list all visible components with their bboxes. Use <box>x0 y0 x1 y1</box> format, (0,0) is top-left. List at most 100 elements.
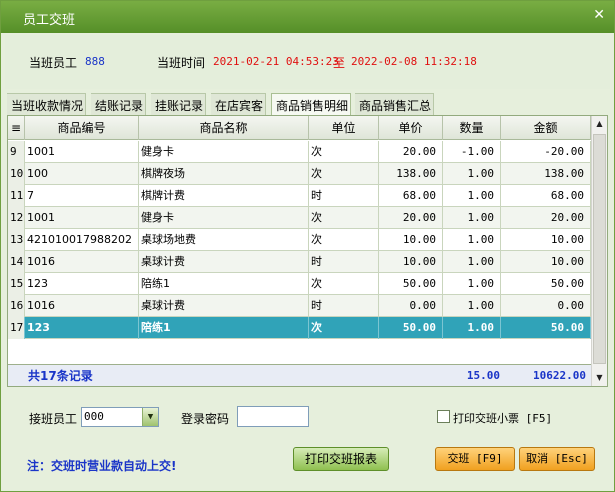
time-end: 2022-02-08 11:32:18 <box>351 55 477 68</box>
amount-cell: 10.00 <box>501 251 591 273</box>
quantity-cell: 1.00 <box>443 163 501 185</box>
price-cell: 138.00 <box>379 163 443 185</box>
cancel-button[interactable]: 取消 [Esc] <box>519 447 595 471</box>
tab-checkout-records[interactable]: 结账记录 <box>91 93 147 115</box>
vertical-scrollbar[interactable]: ▲ ▼ <box>591 116 607 386</box>
next-staff-label: 接班员工 <box>29 412 78 426</box>
quantity-cell: 1.00 <box>443 273 501 295</box>
amount-cell: 50.00 <box>501 317 591 339</box>
print-report-button[interactable]: 打印交班报表 <box>293 447 389 471</box>
window-title: 员工交班 <box>23 13 76 28</box>
amount-cell: 0.00 <box>501 295 591 317</box>
header-name[interactable]: 商品名称 <box>139 116 309 140</box>
product-code-cell: 123 <box>25 273 139 295</box>
amount-cell: 50.00 <box>501 273 591 295</box>
table-row[interactable]: 13 421010017988202 桌球场地费次 10.00 1.00 10.00 <box>8 229 591 251</box>
price-cell: 50.00 <box>379 273 443 295</box>
quantity-cell: 1.00 <box>443 185 501 207</box>
table-row[interactable]: 10 100 棋牌夜场次 138.00 1.00 138.00 <box>8 163 591 185</box>
time-separator: 至 <box>333 56 346 70</box>
print-ticket-checkbox[interactable] <box>437 410 450 423</box>
price-cell: 10.00 <box>379 229 443 251</box>
product-code-cell: 1001 <box>25 141 139 163</box>
unit-cell: 次 <box>309 273 379 295</box>
row-index-cell: 12 <box>8 207 25 229</box>
header-price[interactable]: 单价 <box>379 116 443 140</box>
table-row[interactable]: 12 1001 健身卡次 20.00 1.00 20.00 <box>8 207 591 229</box>
product-name-cell: 健身卡 <box>139 141 309 163</box>
table-row[interactable]: 17 123 陪练1 次 50.00 1.00 50.00 <box>8 317 591 339</box>
product-name-cell: 桌球场地费 <box>139 229 309 251</box>
table-header: ≡ 商品编号 商品名称 单位 单价 数量 金额 <box>8 116 591 140</box>
table-row[interactable]: 14 1016 桌球计费时 10.00 1.00 10.00 <box>8 251 591 273</box>
chevron-down-icon[interactable]: ▼ <box>142 408 158 426</box>
staff-value: 888 <box>85 55 105 68</box>
row-index-cell: 16 <box>8 295 25 317</box>
password-label: 登录密码 <box>181 412 230 426</box>
price-cell: 0.00 <box>379 295 443 317</box>
scroll-up-icon[interactable]: ▲ <box>592 116 607 132</box>
unit-cell: 次 <box>309 207 379 229</box>
next-staff-value: 000 <box>84 410 104 423</box>
unit-cell: 次 <box>309 229 379 251</box>
amount-cell: -20.00 <box>501 141 591 163</box>
table-footer: 共17条记录 15.00 10622.00 <box>8 364 591 386</box>
time-label: 当班时间 <box>157 56 206 70</box>
tab-shift-payments[interactable]: 当班收款情况 <box>7 93 87 115</box>
table-row[interactable]: 15 123 陪练1 次 50.00 1.00 50.00 <box>8 273 591 295</box>
auto-submit-note: 注：交班时营业款自动上交! <box>27 459 177 473</box>
table-row[interactable]: 16 1016 桌球计费时 0.00 1.00 0.00 <box>8 295 591 317</box>
product-code-cell: 1001 <box>25 207 139 229</box>
header-amount[interactable]: 金额 <box>501 116 591 140</box>
product-name-cell: 棋牌夜场 <box>139 163 309 185</box>
price-cell: 20.00 <box>379 141 443 163</box>
table-row[interactable]: 9 1001 健身卡次 20.00 -1.00 -20.00 <box>8 141 591 163</box>
scroll-down-icon[interactable]: ▼ <box>592 370 607 386</box>
product-code-cell: 1016 <box>25 295 139 317</box>
unit-cell: 次 <box>309 141 379 163</box>
scroll-thumb[interactable] <box>593 134 606 364</box>
row-index-cell: 10 <box>8 163 25 185</box>
quantity-cell: 1.00 <box>443 317 501 339</box>
time-start: 2021-02-21 04:53:23 <box>213 55 339 68</box>
product-name-cell: 桌球计费 <box>139 251 309 273</box>
header-code[interactable]: 商品编号 <box>25 116 139 140</box>
tab-sales-detail[interactable]: 商品销售明细 <box>271 93 352 116</box>
quantity-cell: -1.00 <box>443 141 501 163</box>
close-icon[interactable]: ✕ <box>593 7 605 23</box>
row-index-cell: 15 <box>8 273 25 295</box>
shift-info-panel: 当班员工 888 当班时间 2021-02-21 04:53:23 至 2022… <box>5 35 610 89</box>
next-staff-select[interactable]: 000 ▼ <box>81 407 159 427</box>
price-cell: 10.00 <box>379 251 443 273</box>
product-code-cell: 1016 <box>25 251 139 273</box>
product-code-cell: 123 <box>25 317 139 339</box>
amount-cell: 20.00 <box>501 207 591 229</box>
price-cell: 20.00 <box>379 207 443 229</box>
amount-total: 10622.00 <box>533 369 586 382</box>
header-unit[interactable]: 单位 <box>309 116 379 140</box>
product-name-cell: 健身卡 <box>139 207 309 229</box>
product-name-cell: 陪练1 <box>139 317 309 339</box>
product-name-cell: 桌球计费 <box>139 295 309 317</box>
password-input[interactable] <box>237 406 309 427</box>
record-count: 共17条记录 <box>28 369 93 383</box>
staff-label: 当班员工 <box>29 56 78 70</box>
print-ticket-label: 打印交班小票 [F5] <box>453 412 553 425</box>
quantity-cell: 1.00 <box>443 207 501 229</box>
header-qty[interactable]: 数量 <box>443 116 501 140</box>
row-index-cell: 14 <box>8 251 25 273</box>
product-name-cell: 棋牌计费 <box>139 185 309 207</box>
product-code-cell: 100 <box>25 163 139 185</box>
handover-button[interactable]: 交班 [F9] <box>435 447 515 471</box>
unit-cell: 次 <box>309 163 379 185</box>
tab-sales-summary[interactable]: 商品销售汇总 <box>355 93 435 115</box>
row-index-cell: 17 <box>8 317 25 339</box>
tab-credit-records[interactable]: 挂账记录 <box>151 93 207 115</box>
table-row[interactable]: 11 7 棋牌计费时 68.00 1.00 68.00 <box>8 185 591 207</box>
price-cell: 68.00 <box>379 185 443 207</box>
quantity-cell: 1.00 <box>443 295 501 317</box>
tab-in-store-guests[interactable]: 在店宾客 <box>211 93 267 115</box>
quantity-cell: 1.00 <box>443 251 501 273</box>
amount-cell: 68.00 <box>501 185 591 207</box>
amount-cell: 138.00 <box>501 163 591 185</box>
